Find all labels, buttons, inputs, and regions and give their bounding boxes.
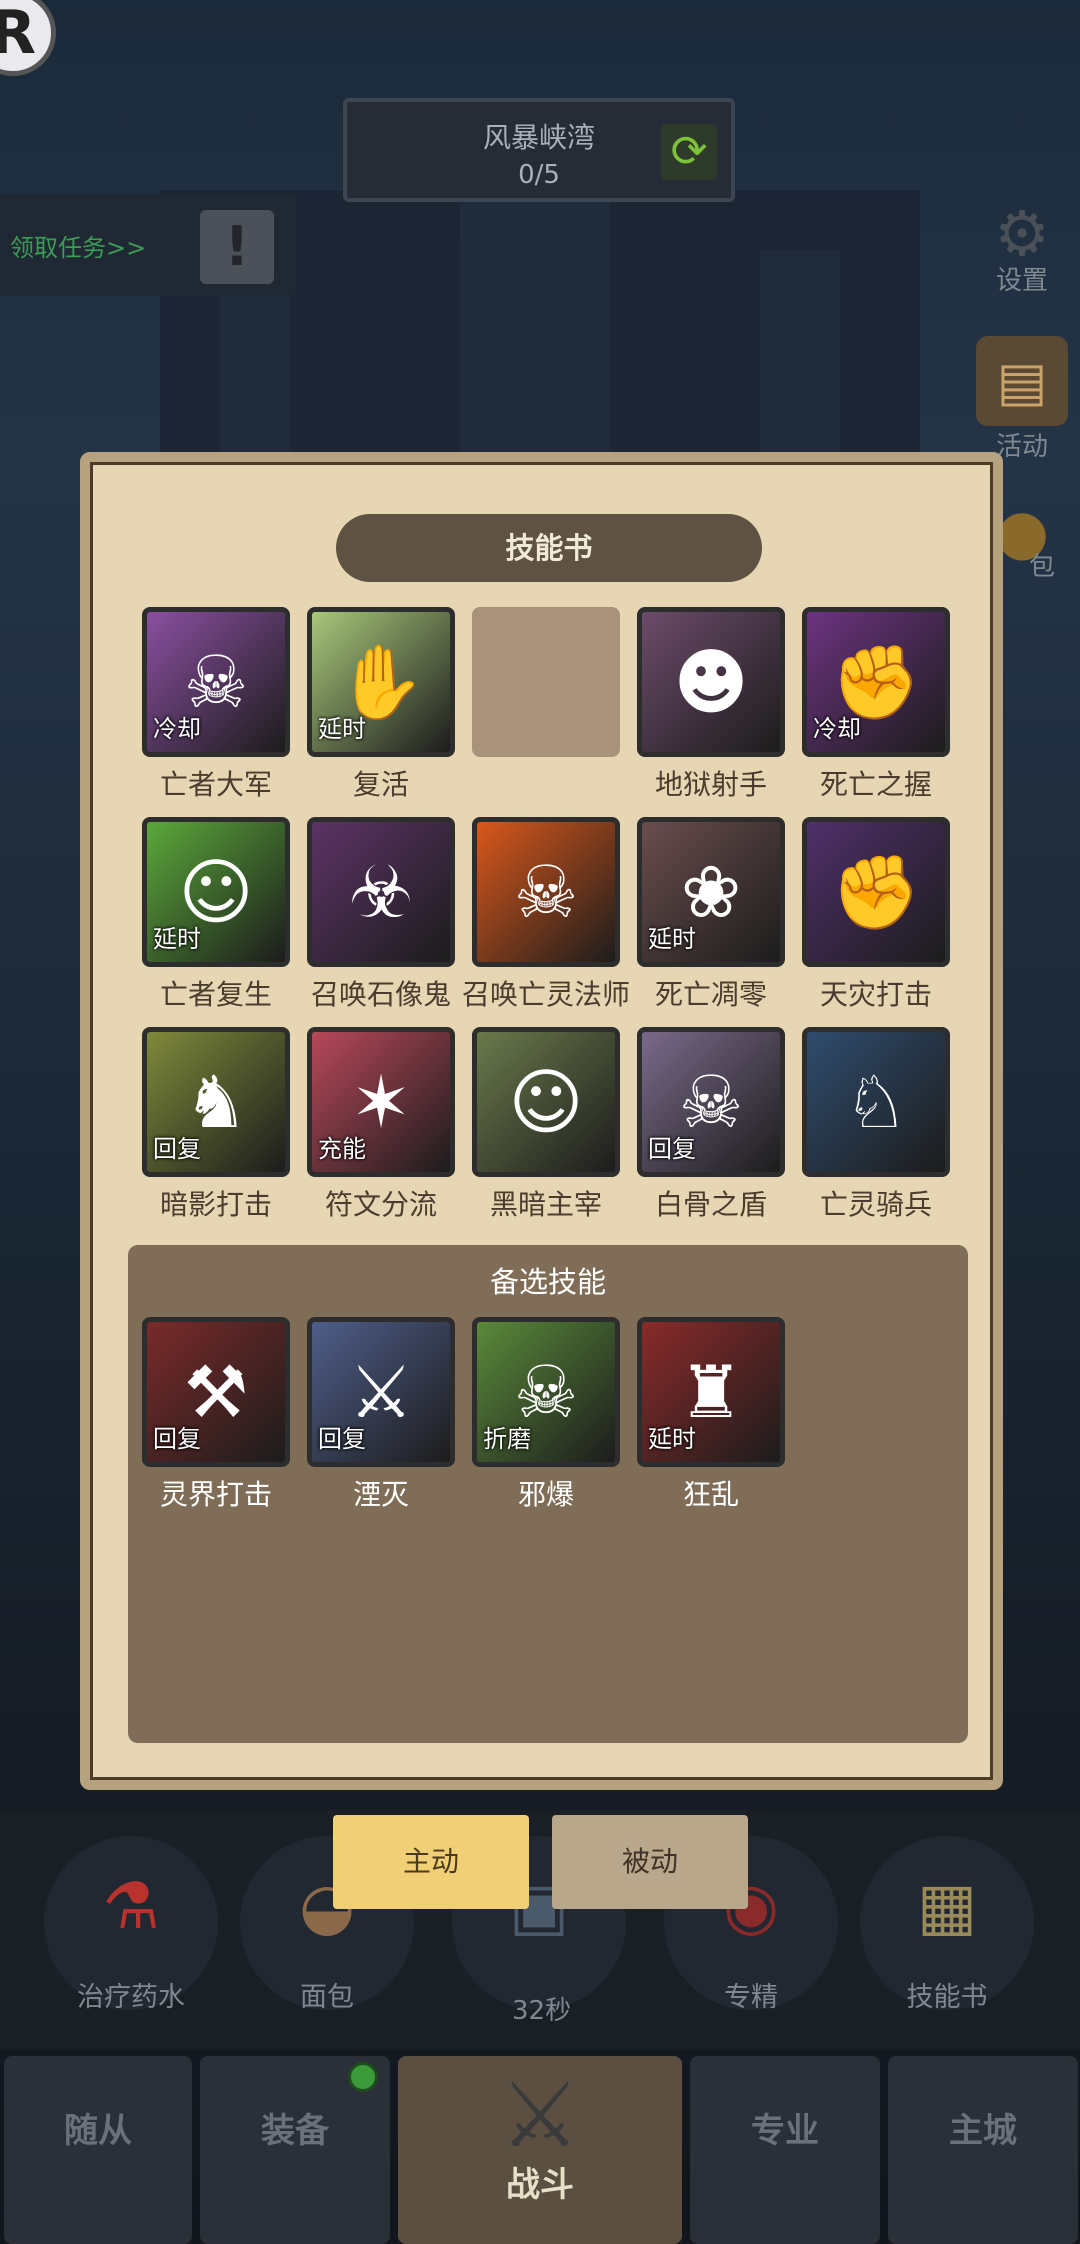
skill-name: 白骨之盾 (654, 1188, 767, 1221)
skill-name: 邪爆 (517, 1478, 574, 1511)
skill-name: 死亡凋零 (654, 978, 767, 1011)
skill-slot[interactable]: ✶ 充能 (307, 1027, 455, 1177)
skill-slot[interactable]: ☻ (637, 607, 785, 757)
skill-icon: ✊ (831, 849, 921, 934)
alternate-skill-slot[interactable]: ☠ 折磨 (472, 1317, 620, 1467)
empty-skill-slot[interactable] (472, 607, 620, 757)
skill-name: 召唤石像鬼 (310, 978, 451, 1011)
skill-name: 狂乱 (682, 1478, 739, 1511)
nav-main-city[interactable]: 主城 (888, 2056, 1078, 2244)
hud-label: 面包 (300, 1982, 354, 2013)
skill-book-modal: 技能书 备选技能 ⚒ 回复 灵界打击 ⚔ 回复 湮灭 ☠ 折磨 邪爆 ♜ 延时 狂乱 亡者大军 ☠ 冷却复… (80, 452, 1003, 1790)
skill-name: 亡灵骑兵 (819, 1188, 932, 1221)
skill-icon: ♘ (843, 1060, 909, 1144)
alternate-skills-title: 备选技能 (489, 1265, 606, 1299)
skill-tag: 回复 (648, 1135, 696, 1163)
skill-slot[interactable]: ☠ 冷却 (142, 607, 290, 757)
activity-button[interactable]: ▤ 活动 (972, 336, 1072, 463)
tab-passive-skills[interactable]: 被动 (552, 1815, 748, 1909)
nav-label: 装备 (261, 2111, 329, 2151)
skill-name: 亡者复生 (159, 978, 272, 1011)
exclamation-icon: ! (200, 210, 274, 284)
skill-icon: ☻ (673, 640, 749, 724)
skill-name: 黑暗主宰 (489, 1188, 602, 1221)
alternate-skill-slot[interactable]: ⚔ 回复 (307, 1317, 455, 1467)
skill-slot[interactable]: ☺ 延时 (142, 817, 290, 967)
hud-label: 治疗药水 (77, 1982, 185, 2013)
skill-tag: 冷却 (153, 715, 201, 743)
skill-name: 湮灭 (352, 1478, 409, 1511)
skill-name: 亡者大军 (159, 768, 272, 801)
skill-slot[interactable]: ☠ 回复 (637, 1027, 785, 1177)
nav-battle[interactable]: ⚔ 战斗 (398, 2056, 682, 2244)
hud-healing-potion[interactable]: ⚗ 治疗药水 (44, 1836, 218, 2013)
battle-timer: 32秒 (512, 1996, 572, 2026)
refresh-icon[interactable]: ⟳ (661, 124, 717, 180)
alternate-skill-slot[interactable]: ⚒ 回复 (142, 1317, 290, 1467)
skill-icon: ☺ (508, 1060, 584, 1144)
skill-slot[interactable]: ✋ 延时 (307, 607, 455, 757)
nav-followers[interactable]: 随从 (4, 2056, 192, 2244)
skill-name: 复活 (352, 768, 409, 801)
crossed-swords-icon: ⚔ (499, 2063, 581, 2168)
skill-tag: 冷却 (813, 715, 861, 743)
nav-label: 随从 (64, 2111, 132, 2151)
skill-name: 天灾打击 (819, 978, 932, 1011)
skill-tag: 延时 (648, 925, 696, 953)
skill-tag: 延时 (648, 1425, 696, 1453)
stage-panel: 风暴峡湾 0/5 ⟳ (343, 98, 735, 202)
potion-icon: ⚗ (102, 1870, 160, 1944)
tab-active-skills[interactable]: 主动 (333, 1815, 529, 1909)
skill-name: 暗影打击 (159, 1188, 272, 1221)
settings-label: 设置 (995, 266, 1048, 296)
skill-book-icon: ▦ (916, 1870, 978, 1944)
skill-tag: 回复 (153, 1425, 201, 1453)
skill-tag: 回复 (153, 1135, 201, 1163)
skill-tag: 延时 (153, 925, 201, 953)
skill-slot[interactable]: ❀ 延时 (637, 817, 785, 967)
skill-slot[interactable]: ♞ 回复 (142, 1027, 290, 1177)
skill-name: 地狱射手 (654, 768, 767, 801)
skill-tag: 延时 (318, 715, 366, 743)
settings-button[interactable]: ⚙ 设置 (972, 188, 1072, 297)
notification-dot (348, 2062, 378, 2092)
skill-slot[interactable]: ✊ (802, 817, 950, 967)
skill-name: 符文分流 (324, 1188, 437, 1221)
hud-label: 技能书 (906, 1982, 988, 2013)
avatar-letter: R (0, 0, 37, 68)
alternate-skill-slot[interactable]: ♜ 延时 (637, 1317, 785, 1467)
skill-name: 灵界打击 (159, 1478, 272, 1511)
skill-tag: 折磨 (483, 1425, 531, 1453)
skill-tag: 充能 (318, 1135, 366, 1163)
quest-link[interactable]: 领取任务>> (10, 228, 146, 263)
calendar-icon: ▤ (976, 336, 1068, 426)
nav-label: 主城 (949, 2111, 1017, 2151)
alternate-skills-panel: 备选技能 ⚒ 回复灵界打击 ⚔ 回复湮灭 ☠ 折磨邪爆 ♜ 延时狂乱 (128, 1245, 968, 1743)
skill-slot[interactable]: ♘ (802, 1027, 950, 1177)
skill-name: 召唤亡灵法师 (461, 978, 630, 1011)
quest-panel[interactable]: 领取任务>> ! (0, 194, 296, 296)
hud-label: 专精 (724, 1982, 778, 2013)
nav-label: 专业 (751, 2111, 819, 2151)
skill-name: 死亡之握 (819, 768, 932, 801)
nav-label: 战斗 (506, 2165, 574, 2205)
skill-tag: 回复 (318, 1425, 366, 1453)
nav-profession[interactable]: 专业 (690, 2056, 880, 2244)
skill-icon: ☠ (513, 850, 579, 934)
skill-slot[interactable]: ☺ (472, 1027, 620, 1177)
skill-slot[interactable]: ☠ (472, 817, 620, 967)
skill-icon: ☣ (348, 850, 414, 934)
modal-title: 技能书 (336, 514, 762, 582)
skill-slot[interactable]: ☣ (307, 817, 455, 967)
hud-skill-book[interactable]: ▦ 技能书 (860, 1836, 1034, 2013)
skill-slot[interactable]: ✊ 冷却 (802, 607, 950, 757)
